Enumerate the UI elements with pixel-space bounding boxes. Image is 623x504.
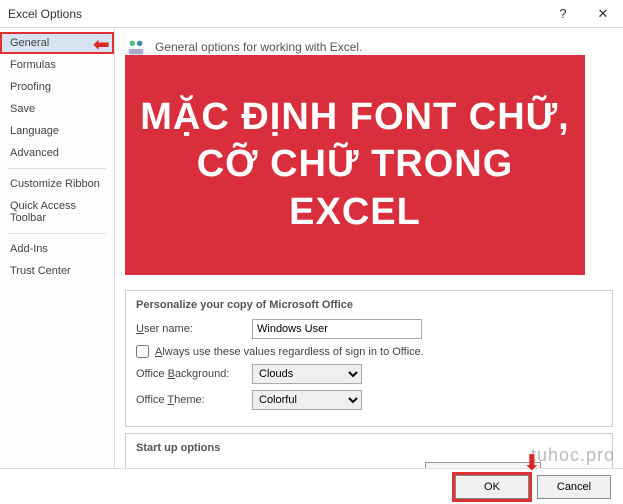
dialog-footer: OK Cancel (0, 468, 623, 504)
sidebar-item-qat[interactable]: Quick Access Toolbar (0, 195, 114, 229)
personalize-legend: Personalize your copy of Microsoft Offic… (136, 299, 602, 311)
sidebar-divider (8, 168, 106, 169)
close-button[interactable]: ✕ (583, 0, 623, 27)
sidebar-item-advanced[interactable]: Advanced (0, 142, 114, 164)
sidebar-item-customize-ribbon[interactable]: Customize Ribbon (0, 173, 114, 195)
window-buttons: ? ✕ (543, 0, 623, 27)
cancel-button[interactable]: Cancel (537, 475, 611, 499)
sidebar: General Formulas Proofing Save Language … (0, 28, 115, 468)
help-button[interactable]: ? (543, 0, 583, 27)
page-header-text: General options for working with Excel. (155, 40, 362, 54)
titlebar: Excel Options ? ✕ (0, 0, 623, 28)
theme-select[interactable]: Colorful (252, 390, 362, 410)
sidebar-item-addins[interactable]: Add-Ins (0, 238, 114, 260)
annotation-overlay: MẶC ĐỊNH FONT CHỮ, CỠ CHỮ TRONG EXCEL (125, 55, 585, 275)
window-title: Excel Options (8, 7, 82, 21)
background-label: Office Background: (136, 368, 246, 380)
watermark: tuhoc.pro (531, 445, 615, 466)
always-use-label: Always use these values regardless of si… (155, 346, 424, 358)
personalize-group: Personalize your copy of Microsoft Offic… (125, 290, 613, 427)
username-input[interactable] (252, 319, 422, 339)
sidebar-item-trust-center[interactable]: Trust Center (0, 260, 114, 282)
always-use-checkbox[interactable] (136, 345, 149, 358)
background-select[interactable]: Clouds (252, 364, 362, 384)
sidebar-item-save[interactable]: Save (0, 98, 114, 120)
sidebar-item-general[interactable]: General (0, 32, 114, 54)
ok-button[interactable]: OK (455, 475, 529, 499)
username-label: User name: (136, 323, 246, 335)
theme-label: Office Theme: (136, 394, 246, 406)
sidebar-item-formulas[interactable]: Formulas (0, 54, 114, 76)
sidebar-item-language[interactable]: Language (0, 120, 114, 142)
sidebar-divider (8, 233, 106, 234)
annotation-text: MẶC ĐỊNH FONT CHỮ, CỠ CHỮ TRONG EXCEL (135, 94, 575, 237)
sidebar-item-proofing[interactable]: Proofing (0, 76, 114, 98)
